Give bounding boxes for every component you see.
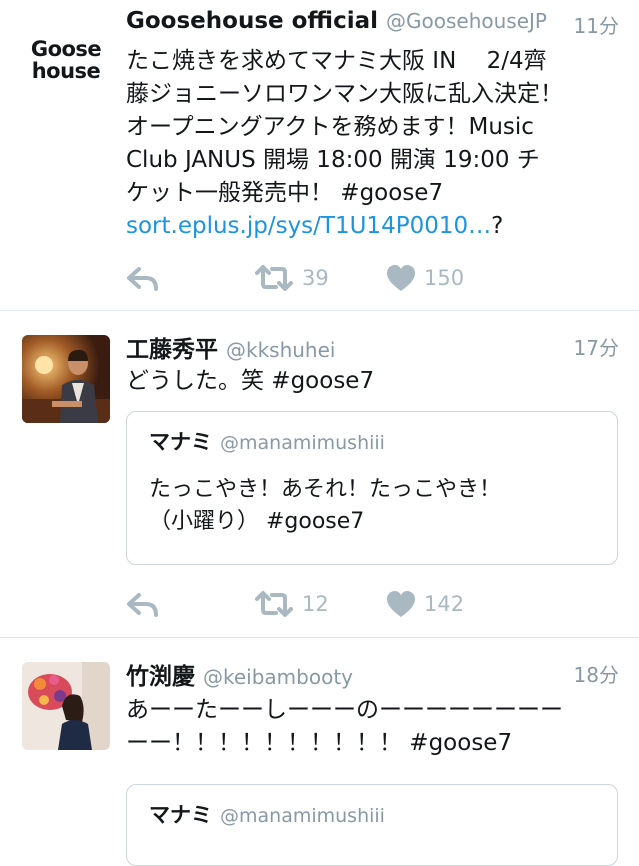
tweet-header: Goosehouse official @GoosehouseJP 11分 (126, 8, 619, 42)
display-name[interactable]: 工藤秀平 (126, 337, 218, 363)
quoted-header: マナミ @manamimushiii (149, 426, 385, 456)
avatar-photo (22, 662, 110, 750)
tweet-goosehouse[interactable]: Goose house Goosehouse official @Goosehou… (0, 0, 639, 311)
tweet-actions: 39 150 (126, 260, 596, 296)
text-line: ケット一般発売中！ #goose7 (126, 180, 444, 206)
tweet-actions: 12 142 (126, 586, 596, 622)
user-handle[interactable]: @kkshuhei (226, 338, 335, 362)
quoted-display-name: マナミ (149, 803, 212, 827)
text-line: たこ焼きを求めてマナミ大阪 IN 2/4齊 (126, 48, 547, 74)
tweet-text: どうした。笑 #goose7 (126, 368, 375, 394)
display-name[interactable]: Goosehouse official (126, 8, 378, 34)
tweet-text: あーーたーーしーーーのーーーーーーーー ーー！！！！！！！！！！ #goose7 (126, 694, 617, 760)
text-line: あーーたーーしーーーのーーーーーーーー (126, 697, 563, 723)
quoted-text: たっこやき！あそれ！たっこやき！ （小躍り） #goose7 (149, 474, 597, 538)
retweet-icon (255, 265, 293, 291)
avatar-keibambooty[interactable] (22, 662, 110, 750)
tweet-keibambooty[interactable]: 竹渕慶 @keibambooty 18分 あーーたーーしーーーのーーーーーーーー … (0, 638, 639, 866)
user-handle[interactable]: @keibambooty (203, 665, 353, 689)
text-line: Club JANUS 開場 18:00 開演 19:00 チ (126, 147, 540, 173)
quoted-header: マナミ @manamimushiii (149, 799, 385, 829)
like-button[interactable]: 150 (386, 260, 464, 296)
quoted-tweet[interactable]: マナミ @manamimushiii (126, 784, 618, 866)
tweet-link[interactable]: sort.eplus.jp/sys/T1U14P0010… (126, 213, 491, 239)
text-line: たっこやき！あそれ！たっこやき！ (149, 477, 502, 502)
text-line: sort.eplus.jp/sys/T1U14P0010…? (126, 210, 617, 243)
logo-text-house: house (31, 59, 101, 83)
like-count: 150 (424, 266, 465, 290)
avatar-photo (22, 335, 110, 423)
timestamp[interactable]: 18分 (574, 659, 619, 688)
user-handle[interactable]: @GoosehouseJP (386, 9, 547, 33)
logo-text-goose: Goose (30, 37, 102, 61)
quoted-handle: @manamimushiii (220, 432, 385, 454)
avatar-kkshuhei[interactable] (22, 335, 110, 423)
tweet-text: たこ焼きを求めてマナミ大阪 IN 2/4齊 藤ジョニーソロワンマン大阪に乱入決定… (126, 45, 617, 243)
text-line: （小躍り） #goose7 (149, 509, 365, 534)
display-name[interactable]: 竹渕慶 (126, 664, 195, 690)
tweet-header: 工藤秀平 @kkshuhei 17分 (126, 330, 619, 364)
text-line: オープニングアクトを務めます！Music (126, 114, 534, 140)
avatar-goosehouse-logo[interactable]: Goose house (22, 14, 110, 102)
quoted-handle: @manamimushiii (220, 805, 385, 827)
retweet-button[interactable]: 12 (254, 586, 329, 622)
reply-button[interactable] (126, 586, 160, 622)
reply-button[interactable] (126, 260, 160, 296)
reply-icon (127, 267, 158, 291)
like-button[interactable]: 142 (386, 586, 464, 622)
retweet-count: 12 (302, 592, 329, 616)
link-suffix: ? (491, 213, 504, 239)
retweet-count: 39 (302, 266, 329, 290)
like-icon (387, 591, 415, 617)
like-icon (387, 265, 415, 291)
tweet-header: 竹渕慶 @keibambooty 18分 (126, 657, 619, 691)
text-line: 藤ジョニーソロワンマン大阪に乱入決定！ (126, 81, 563, 107)
reply-icon (127, 593, 158, 617)
retweet-icon (255, 591, 293, 617)
retweet-button[interactable]: 39 (254, 260, 329, 296)
timestamp[interactable]: 17分 (574, 332, 619, 361)
quoted-tweet[interactable]: マナミ @manamimushiii たっこやき！あそれ！たっこやき！ （小躍り）… (126, 411, 618, 565)
quoted-display-name: マナミ (149, 430, 212, 454)
tweet-kkshuhei[interactable]: 工藤秀平 @kkshuhei 17分 どうした。笑 #goose7 マナミ @man… (0, 311, 639, 638)
text-line: ーー！！！！！！！！！！ #goose7 (126, 730, 513, 756)
like-count: 142 (424, 592, 465, 616)
timestamp[interactable]: 11分 (567, 10, 619, 39)
